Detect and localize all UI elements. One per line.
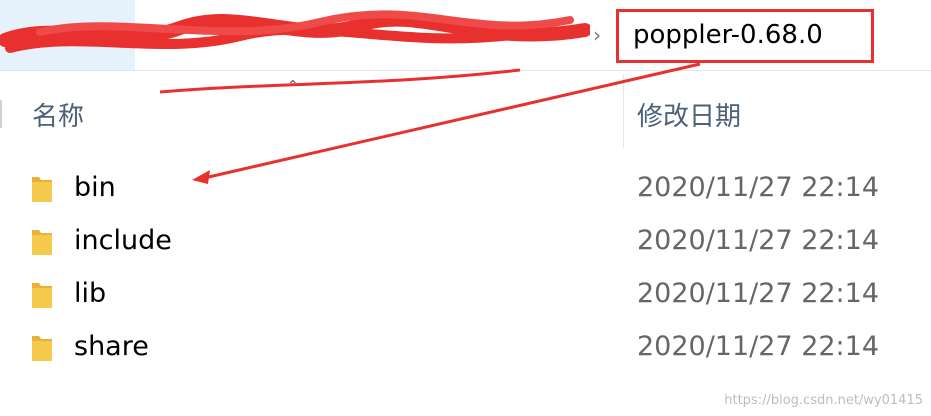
watermark: https://blog.csdn.net/wy01415: [724, 393, 923, 408]
file-modified-date: 2020/11/27 22:14: [637, 225, 880, 256]
column-header-modified[interactable]: 修改日期: [637, 96, 741, 133]
breadcrumb-chevron-icon[interactable]: ›: [593, 20, 613, 50]
file-row[interactable]: lib 2020/11/27 22:14: [0, 269, 931, 322]
file-name: include: [74, 225, 172, 256]
file-name: share: [74, 331, 149, 362]
column-header-name[interactable]: 名称: [32, 96, 84, 133]
file-name: lib: [74, 278, 107, 309]
file-row[interactable]: bin 2020/11/27 22:14: [0, 163, 931, 216]
file-modified-date: 2020/11/27 22:14: [637, 278, 880, 309]
file-name: bin: [74, 172, 116, 203]
address-bar[interactable]: › poppler-0.68.0: [0, 0, 931, 71]
column-divider-left: [0, 100, 2, 128]
folder-icon: [32, 177, 52, 202]
file-modified-date: 2020/11/27 22:14: [637, 331, 880, 362]
file-list: bin 2020/11/27 22:14 include 2020/11/27 …: [0, 163, 931, 375]
current-folder-label: poppler-0.68.0: [633, 20, 823, 50]
file-explorer-window: › poppler-0.68.0 名称 ⌃ 修改日期 bin 2020/11/2…: [0, 0, 931, 416]
sort-caret-icon[interactable]: ⌃: [287, 78, 299, 94]
current-folder-breadcrumb[interactable]: poppler-0.68.0: [616, 9, 874, 63]
file-modified-date: 2020/11/27 22:14: [637, 172, 880, 203]
redacted-breadcrumb-scribble: [0, 10, 590, 53]
file-row[interactable]: include 2020/11/27 22:14: [0, 216, 931, 269]
file-row[interactable]: share 2020/11/27 22:14: [0, 322, 931, 375]
folder-icon: [32, 283, 52, 308]
column-divider[interactable]: [623, 74, 624, 148]
folder-icon: [32, 336, 52, 361]
folder-icon: [32, 230, 52, 255]
